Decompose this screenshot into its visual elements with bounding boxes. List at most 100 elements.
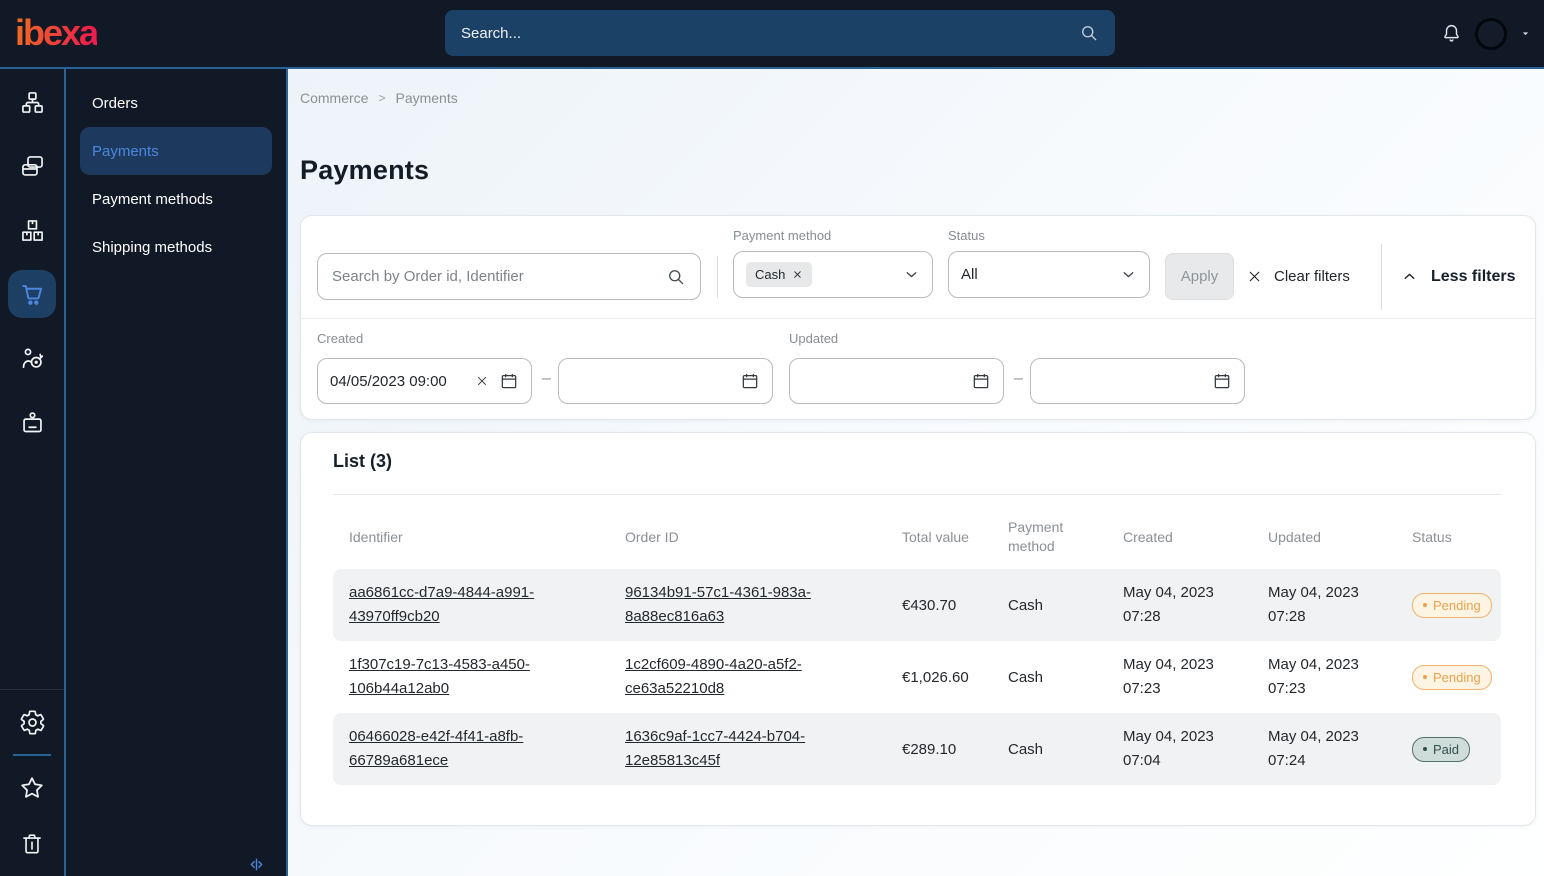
search-icon[interactable]	[1079, 23, 1099, 43]
payment-method: Cash	[1008, 668, 1044, 686]
col-status: Status	[1412, 528, 1452, 545]
col-identifier: Identifier	[349, 528, 403, 545]
user-menu-caret-icon[interactable]	[1519, 27, 1532, 40]
table-row: 06466028-e42f-4f41-a8fb-66789a681ece 163…	[333, 713, 1501, 785]
payment-method-filter: Payment method Cash	[733, 228, 933, 298]
total-value: €1,026.60	[902, 668, 969, 686]
list-search-input[interactable]	[332, 268, 666, 285]
updated-date: May 04, 2023 07:24	[1268, 728, 1359, 769]
calendar-icon[interactable]	[971, 371, 991, 391]
updated-date: May 04, 2023 07:28	[1268, 584, 1359, 625]
payment-method: Cash	[1008, 740, 1044, 758]
filter-divider	[717, 256, 718, 298]
updated-from-field[interactable]	[789, 358, 1004, 404]
identifier-link[interactable]: 06466028-e42f-4f41-a8fb-66789a681ece	[349, 725, 569, 773]
rail-divider-blue	[13, 754, 51, 756]
clear-filters-button[interactable]: Clear filters	[1246, 253, 1350, 300]
status-dot	[1423, 675, 1427, 679]
status-select[interactable]: All	[948, 251, 1150, 298]
updated-date: May 04, 2023 07:23	[1268, 656, 1359, 697]
icon-rail	[0, 69, 66, 876]
customer-badge-icon[interactable]	[8, 398, 56, 446]
date-range-separator: –	[1014, 370, 1023, 387]
filter-row-divider	[301, 318, 1535, 319]
status-filter: Status All	[948, 228, 1150, 298]
created-from-field[interactable]	[317, 358, 532, 404]
less-filters-toggle[interactable]: Less filters	[1401, 253, 1515, 300]
search-icon[interactable]	[666, 267, 686, 287]
main-content: Commerce > Payments Payments Payment met…	[288, 69, 1544, 876]
status-badge: Pending	[1412, 592, 1492, 618]
identifier-link[interactable]: aa6861cc-d7a9-4844-a991-43970ff9cb20	[349, 581, 569, 629]
status-label: Status	[948, 228, 985, 243]
sidebar-item-orders[interactable]: Orders	[80, 79, 272, 127]
sidebar-item-payment-methods[interactable]: Payment methods	[80, 175, 272, 223]
identifier-link[interactable]: 1f307c19-7c13-4583-a450-106b44a12ab0	[349, 653, 569, 701]
order-id-link[interactable]: 1636c9af-1cc7-4424-b704-12e85813c45f	[625, 725, 845, 773]
order-id-link[interactable]: 1c2cf609-4890-4a20-a5f2-ce63a52210d8	[625, 653, 845, 701]
updated-label: Updated	[789, 331, 839, 346]
notifications-bell-icon[interactable]	[1440, 22, 1463, 45]
status-badge: Pending	[1412, 664, 1492, 690]
sidebar-menu: Orders Payments Payment methods Shipping…	[66, 69, 288, 876]
date-range-separator: –	[542, 370, 551, 387]
table-row: 1f307c19-7c13-4583-a450-106b44a12ab0 1c2…	[333, 641, 1501, 713]
total-value: €430.70	[902, 596, 957, 614]
payment-method: Cash	[1008, 596, 1044, 614]
commerce-cart-icon[interactable]	[8, 270, 56, 318]
topbar: ibexa	[0, 0, 1544, 69]
app-window: ibexa Search... Orders Payments Payment …	[0, 0, 1544, 876]
created-to-field[interactable]	[558, 358, 773, 404]
chevron-up-icon	[1401, 268, 1418, 285]
sidebar-item-payments[interactable]: Payments	[80, 127, 272, 175]
col-updated: Updated	[1268, 528, 1321, 545]
bookmarks-star-icon[interactable]	[8, 764, 56, 812]
global-search-input[interactable]	[461, 24, 1079, 42]
close-icon	[1246, 268, 1263, 285]
table-row: aa6861cc-d7a9-4844-a991-43970ff9cb20 961…	[333, 569, 1501, 641]
content-structure-icon[interactable]	[8, 78, 56, 126]
calendar-icon[interactable]	[499, 371, 519, 391]
list-title: List (3)	[333, 451, 393, 471]
rail-divider	[0, 689, 64, 690]
breadcrumb-commerce[interactable]: Commerce	[300, 90, 368, 106]
chip-remove-icon[interactable]	[792, 269, 803, 280]
updated-from-input[interactable]	[802, 372, 961, 390]
breadcrumb: Commerce > Payments	[300, 90, 458, 106]
total-value: €289.10	[902, 740, 957, 758]
breadcrumb-separator: >	[378, 91, 386, 105]
updated-to-input[interactable]	[1043, 372, 1202, 390]
breadcrumb-payments[interactable]: Payments	[395, 90, 457, 106]
marketing-target-icon[interactable]	[8, 334, 56, 382]
sidebar-collapse-icon[interactable]	[247, 855, 266, 874]
user-avatar[interactable]	[1475, 17, 1507, 50]
payments-list-panel: List (3) Identifier Order ID Total value…	[300, 432, 1536, 826]
filters-panel: Payment method Cash Status All	[300, 215, 1536, 420]
clear-date-icon[interactable]	[475, 374, 489, 388]
chevron-down-icon	[903, 266, 920, 283]
topbar-actions	[1440, 0, 1532, 67]
pages-icon[interactable]	[8, 142, 56, 190]
payment-method-chip: Cash	[746, 262, 813, 287]
created-to-input[interactable]	[571, 372, 730, 390]
col-created: Created	[1123, 528, 1173, 545]
calendar-icon[interactable]	[1212, 371, 1232, 391]
calendar-icon[interactable]	[740, 371, 760, 391]
product-catalog-icon[interactable]	[8, 206, 56, 254]
status-dot	[1423, 603, 1427, 607]
updated-to-field[interactable]	[1030, 358, 1245, 404]
page-title: Payments	[300, 155, 430, 185]
status-selected-value: All	[961, 266, 978, 283]
filter-divider	[1381, 244, 1382, 310]
sidebar-item-shipping-methods[interactable]: Shipping methods	[80, 223, 272, 271]
trash-icon[interactable]	[8, 820, 56, 868]
created-from-input[interactable]	[330, 372, 465, 390]
list-search-field[interactable]	[317, 253, 701, 300]
order-id-link[interactable]: 96134b91-57c1-4361-983a-8a88ec816a63	[625, 581, 845, 629]
status-dot	[1423, 747, 1427, 751]
global-search[interactable]	[445, 10, 1115, 56]
ibexa-logo[interactable]: ibexa	[15, 12, 99, 54]
payment-method-select[interactable]: Cash	[733, 251, 933, 298]
apply-button[interactable]: Apply	[1165, 253, 1234, 300]
settings-gear-icon[interactable]	[8, 698, 56, 746]
